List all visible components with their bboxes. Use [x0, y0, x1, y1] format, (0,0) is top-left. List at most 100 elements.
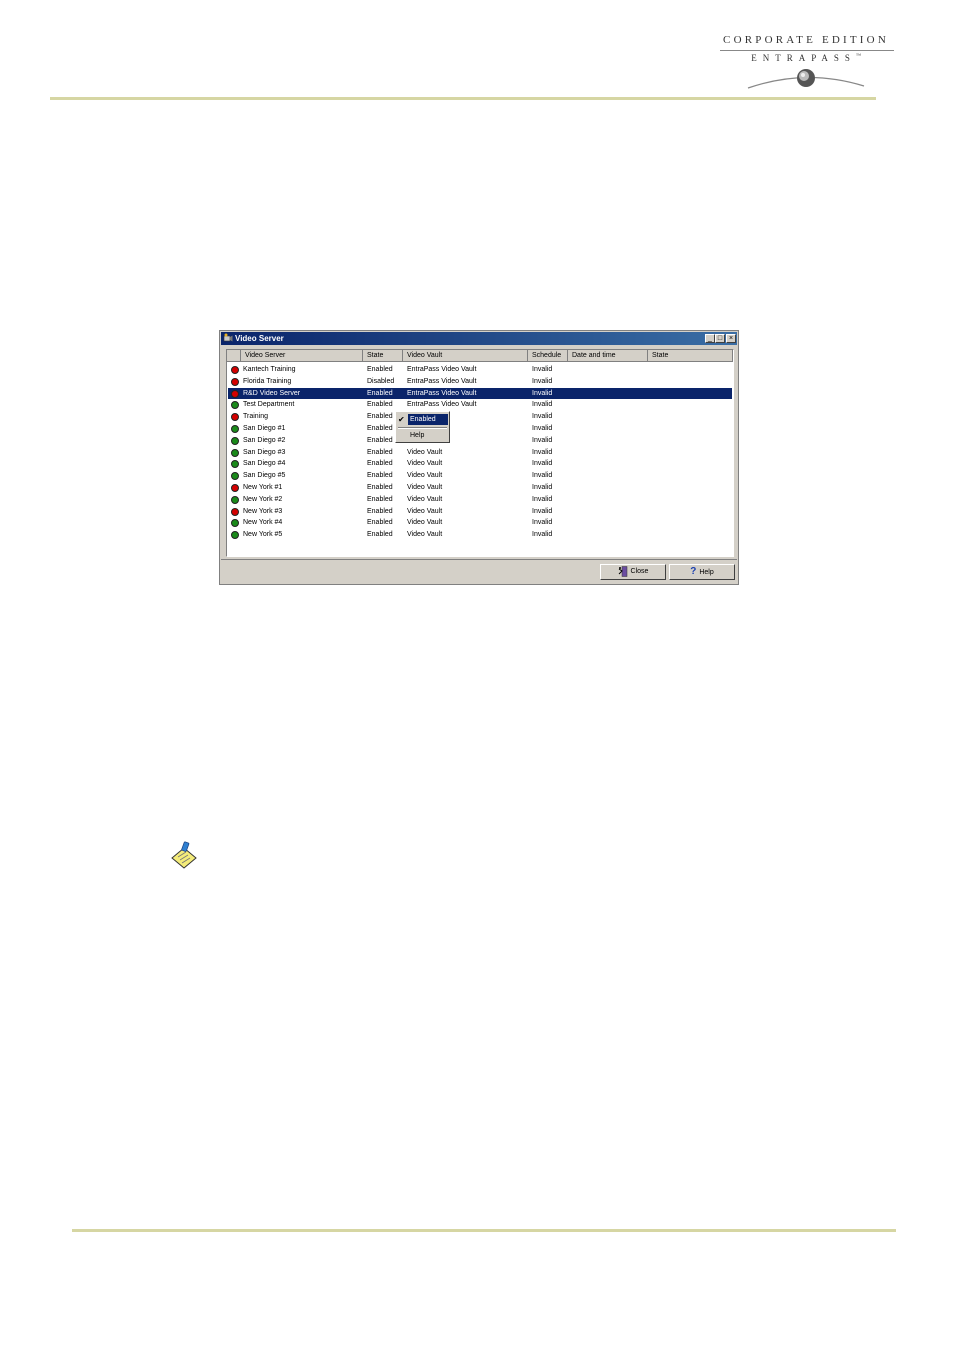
cell-schedule: Invalid	[532, 377, 553, 385]
table-row[interactable]: Training Enabled Invalid	[228, 411, 732, 422]
footer-rule	[72, 1229, 896, 1232]
cell-video-server: Test Department	[243, 401, 295, 409]
table-row[interactable]: New York #4 Enabled Video Vault Invalid	[228, 517, 732, 528]
checkmark-icon: ✔	[398, 415, 405, 424]
cell-video-vault: Video Vault	[407, 484, 443, 491]
status-dot-icon	[231, 413, 239, 422]
cell-state: Enabled	[367, 472, 393, 480]
window-titlebar[interactable]: Video Server _ □ ×	[221, 332, 737, 345]
cell-state: Enabled	[367, 519, 393, 527]
cell-schedule: Invalid	[532, 436, 553, 444]
cell-video-server: Training	[243, 413, 269, 421]
cell-schedule: Invalid	[532, 519, 553, 527]
status-dot-icon	[231, 401, 239, 410]
close-window-button[interactable]: ×	[726, 334, 736, 343]
logo-line2: ENTRAPASS™	[716, 53, 896, 63]
header-date-and-time[interactable]: Date and time	[568, 350, 648, 362]
table-row[interactable]: San Diego #1EnabledVideo VaultInvalid	[228, 423, 732, 434]
logo-line1: CORPORATE EDITION	[723, 34, 889, 46]
cell-video-server: New York #5	[243, 531, 283, 539]
close-button-label: Close	[630, 568, 649, 575]
cell-state: Enabled	[367, 448, 393, 456]
cell-video-vault: EntraPass Video Vault	[407, 377, 477, 385]
context-menu-help[interactable]: Help	[410, 430, 424, 441]
cell-schedule: Invalid	[532, 460, 553, 468]
help-button[interactable]: ? Help	[669, 564, 735, 580]
cell-state: Enabled	[367, 401, 393, 409]
status-dot-icon	[231, 472, 239, 481]
cell-video-server: San Diego #2	[243, 436, 286, 444]
maximize-button[interactable]: □	[715, 334, 725, 343]
status-dot-icon	[231, 377, 239, 386]
table-row[interactable]: New York #2 Enabled Video Vault Invalid	[228, 494, 732, 505]
cell-video-server: New York #1	[243, 484, 283, 491]
cell-video-server: New York #4	[243, 519, 283, 527]
status-dot-icon	[231, 389, 239, 398]
video-server-list[interactable]: Video Server State Video Vault Schedule …	[226, 349, 734, 557]
cell-schedule: Invalid	[532, 484, 553, 491]
door-exit-icon	[618, 565, 627, 577]
window-footer-divider	[221, 559, 737, 560]
table-row[interactable]: New York #1 Enabled Video Vault Invalid	[228, 482, 732, 493]
cell-video-server: Florida Training	[243, 377, 292, 385]
cell-video-vault: EntraPass Video Vault	[407, 401, 477, 409]
cell-video-vault: Video Vault	[407, 519, 443, 527]
cell-schedule: Invalid	[532, 389, 553, 397]
cell-video-vault: Video Vault	[407, 448, 443, 456]
table-row[interactable]: San Diego #4 Enabled Video Vault Invalid	[228, 458, 732, 469]
context-menu-separator	[398, 427, 447, 429]
status-dot-icon	[231, 495, 239, 504]
cell-video-server: San Diego #1	[243, 425, 286, 432]
cell-video-vault: Video Vault	[407, 531, 443, 539]
cell-video-server: New York #3	[243, 507, 283, 515]
cell-state: Enabled	[367, 389, 393, 397]
cell-video-server: New York #2	[243, 495, 283, 503]
cell-video-server: San Diego #3	[243, 448, 286, 456]
video-server-window: Video Server _ □ × Video Server State Vi…	[219, 330, 739, 585]
table-row[interactable]: New York #5 Enabled Video Vault Invalid	[228, 529, 732, 540]
table-row[interactable]: New York #3 Enabled Video Vault Invalid	[228, 506, 732, 517]
context-menu-enabled[interactable]: Enabled	[408, 414, 448, 425]
cell-schedule: Invalid	[532, 366, 553, 373]
cell-schedule: Invalid	[532, 401, 553, 409]
status-dot-icon	[231, 507, 239, 516]
cell-video-vault: EntraPass Video Vault	[407, 389, 477, 397]
cell-video-vault: Video Vault	[407, 507, 443, 515]
help-button-label: Help	[699, 568, 714, 576]
logo-line2-text: ENTRAPASS	[751, 53, 856, 63]
minimize-button[interactable]: _	[705, 334, 715, 343]
cell-state: Enabled	[367, 460, 393, 468]
header-schedule[interactable]: Schedule	[528, 350, 568, 362]
table-row[interactable]: Florida Training Disabled EntraPass Video …	[228, 376, 732, 387]
cell-schedule: Invalid	[532, 495, 553, 503]
cell-schedule: Invalid	[532, 531, 553, 539]
header-state-2[interactable]: State	[648, 350, 733, 362]
cell-state: Enabled	[367, 425, 393, 432]
window-title: Video Server	[235, 334, 284, 343]
header-video-server[interactable]: Video Server	[241, 350, 363, 362]
video-server-icon	[223, 333, 233, 342]
cell-schedule: Invalid	[532, 472, 553, 480]
table-row[interactable]: San Diego #3 Enabled Video Vault Invalid	[228, 447, 732, 458]
status-dot-icon	[231, 519, 239, 528]
table-row[interactable]: Test Department Enabled EntraPass Video Va…	[228, 399, 732, 410]
table-row[interactable]: R&D Video Server Enabled EntraPass Video V…	[228, 387, 732, 399]
header-state[interactable]: State	[363, 350, 403, 362]
table-row[interactable]: San Diego #5 Enabled Video Vault Invalid	[228, 470, 732, 481]
header-status-column[interactable]	[227, 350, 241, 362]
status-dot-icon	[231, 436, 239, 445]
cell-video-server: San Diego #5	[243, 472, 286, 480]
table-row[interactable]: San Diego #2EnabledVideo VaultInvalid	[228, 435, 732, 446]
header-video-vault[interactable]: Video Vault	[403, 350, 528, 362]
close-button[interactable]: Close	[600, 564, 666, 580]
cell-schedule: Invalid	[532, 507, 553, 515]
cell-state: Enabled	[367, 507, 393, 515]
question-mark-icon: ?	[690, 566, 697, 577]
status-dot-icon	[231, 448, 239, 457]
table-row[interactable]: Kantech Training Enabled EntraPass Video V…	[228, 364, 732, 375]
status-dot-icon	[231, 460, 239, 469]
logo-rule	[720, 50, 894, 51]
cell-state: Enabled	[367, 436, 393, 444]
notepad-note-icon	[171, 841, 197, 869]
cell-video-server: R&D Video Server	[243, 389, 301, 397]
